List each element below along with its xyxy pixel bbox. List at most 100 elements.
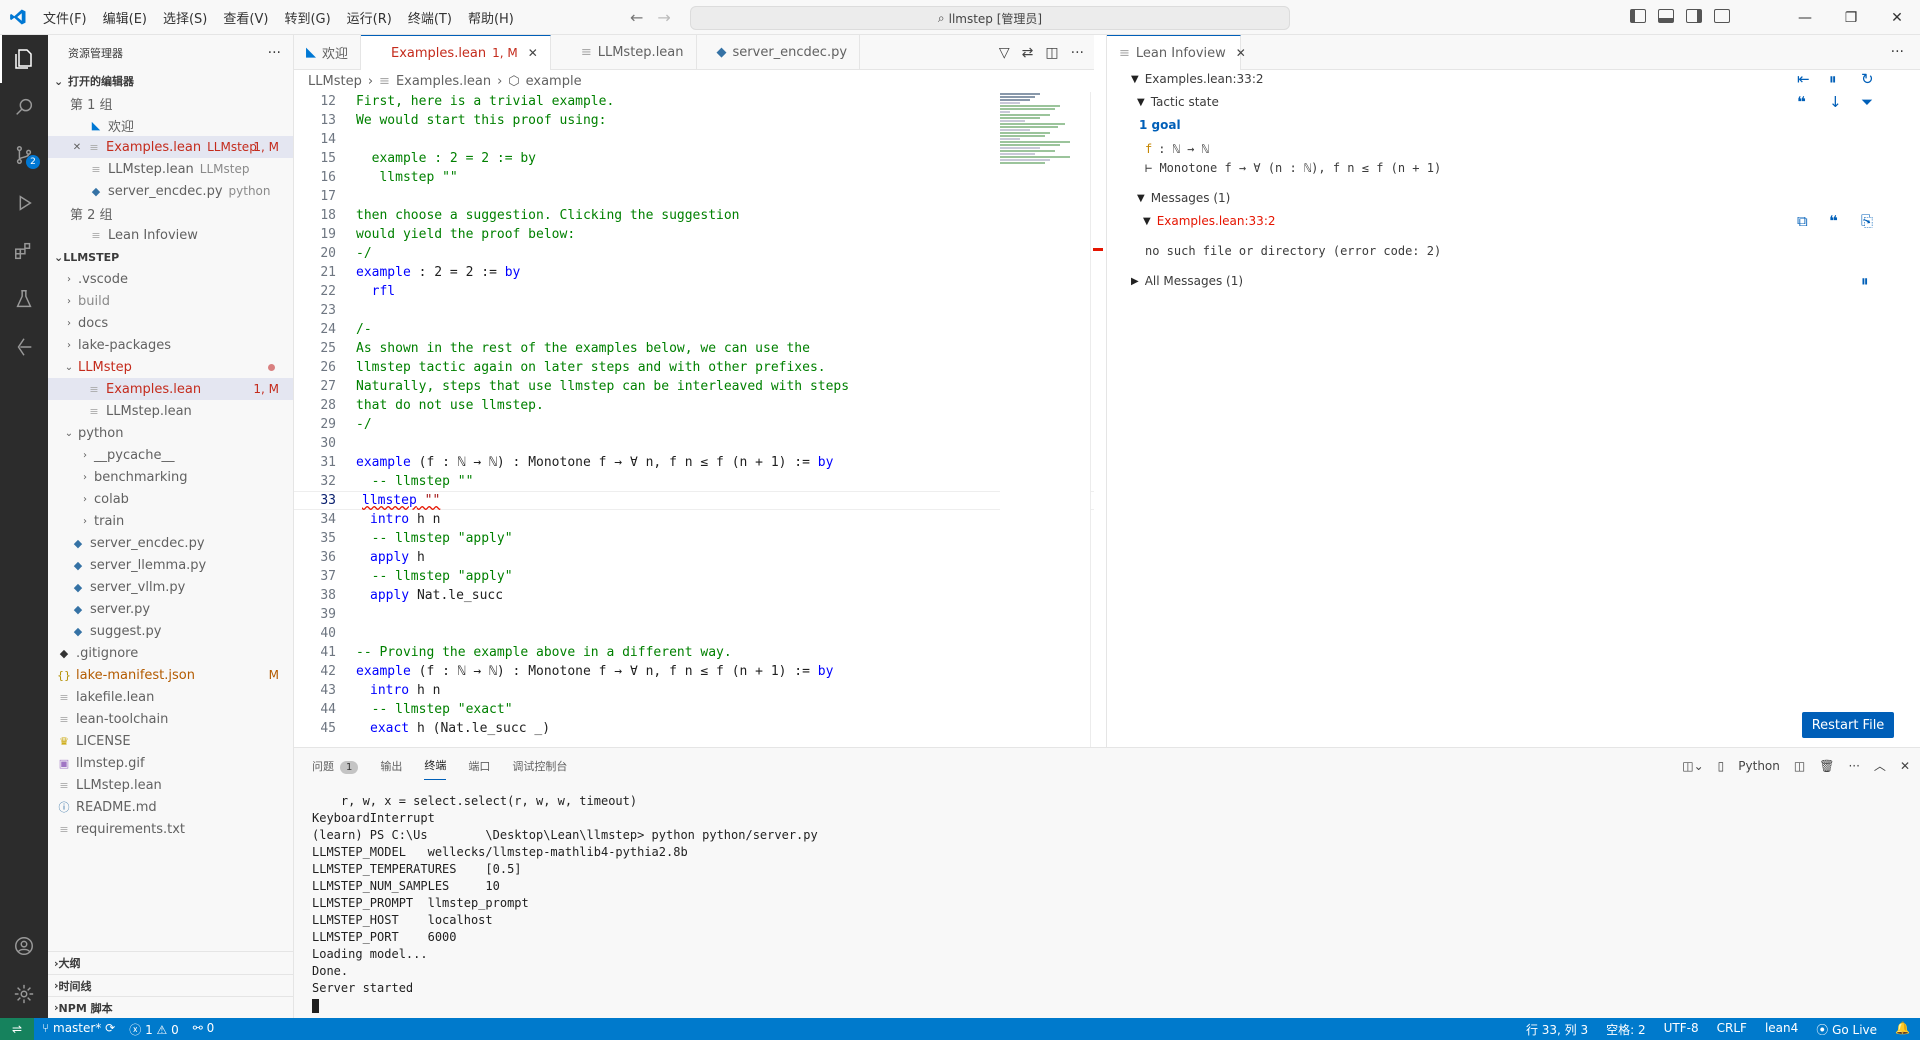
refresh-icon[interactable]: ↻ xyxy=(1861,70,1874,88)
close-window-icon[interactable]: ✕ xyxy=(1874,0,1920,35)
pause-icon[interactable]: ⏸ xyxy=(1829,70,1837,88)
clipboard-icon[interactable]: ⎘ xyxy=(1861,212,1873,230)
close-tab-icon[interactable]: ✕ xyxy=(1236,46,1246,60)
breadcrumb-item[interactable]: example xyxy=(526,74,582,89)
messages-header[interactable]: ▼ Messages (1) xyxy=(1137,189,1230,207)
tactic-state-header[interactable]: ▼ Tactic state xyxy=(1137,93,1219,111)
restore-icon[interactable]: ❐ xyxy=(1828,0,1874,35)
tree-file[interactable]: ▣ llmstep.gif xyxy=(48,752,293,774)
tab-examples-lean[interactable]: Examples.lean 1, M ✕ xyxy=(361,35,551,70)
accounts-icon[interactable] xyxy=(0,922,48,970)
terminal-shell-label[interactable]: Python xyxy=(1738,759,1780,773)
tree-file[interactable]: ◆ server.py xyxy=(48,598,293,620)
tab-ports[interactable]: 端口 xyxy=(468,758,490,774)
infoview-more-icon[interactable]: ··· xyxy=(1891,44,1904,60)
explorer-icon[interactable] xyxy=(0,35,48,83)
run-debug-icon[interactable] xyxy=(0,179,48,227)
toggle-sidebar-icon[interactable] xyxy=(1630,9,1646,23)
editor-more-icon[interactable]: ··· xyxy=(1071,45,1084,61)
problems-status[interactable]: ⓧ 1 ⚠ 0 xyxy=(129,1021,179,1038)
tree-file[interactable]: ◆ server_llemma.py xyxy=(48,554,293,576)
source-control-icon[interactable]: 2 xyxy=(0,131,48,179)
menu-file[interactable]: 文件(F) xyxy=(35,8,95,27)
tab-terminal[interactable]: 终端 xyxy=(424,757,447,780)
message-location-link[interactable]: Examples.lean:33:2 xyxy=(1157,214,1276,228)
tab-problems[interactable]: 问题 1 xyxy=(312,758,359,774)
branch-status[interactable]: ⑂ master* ⟳ xyxy=(42,1021,115,1038)
quote-icon[interactable]: ❝ xyxy=(1829,212,1838,230)
breadcrumb-item[interactable]: Examples.lean xyxy=(396,74,491,89)
trash-icon[interactable]: 🗑 xyxy=(1819,759,1834,773)
tree-file[interactable]: ♛ LICENSE xyxy=(48,730,293,752)
open-editor-infoview[interactable]: ≡ Lean Infoview xyxy=(48,224,293,246)
tab-output[interactable]: 输出 xyxy=(380,758,402,774)
more-actions-icon[interactable]: ··· xyxy=(268,45,281,61)
open-editor-examples[interactable]: ✕ ≡ Examples.lean LLMstep 1, M xyxy=(48,136,293,158)
pause-icon[interactable]: ⏸ xyxy=(1861,272,1869,290)
minimap[interactable] xyxy=(1000,92,1090,747)
testing-icon[interactable] xyxy=(0,275,48,323)
restart-file-button[interactable]: Restart File xyxy=(1802,712,1894,738)
tree-folder[interactable]: › .vscode xyxy=(48,268,293,290)
open-editors-section[interactable]: ⌄ 打开的编辑器 xyxy=(48,70,293,92)
indentation[interactable]: 空格: 2 xyxy=(1606,1021,1646,1038)
tab-welcome[interactable]: ◣ 欢迎 xyxy=(294,35,362,70)
menu-edit[interactable]: 编辑(E) xyxy=(95,8,155,27)
language-mode[interactable]: lean4 xyxy=(1765,1021,1798,1038)
close-panel-icon[interactable]: ✕ xyxy=(1900,759,1910,773)
toggle-secondary-sidebar-icon[interactable] xyxy=(1686,9,1702,23)
extensions-icon[interactable] xyxy=(0,227,48,275)
open-editor-welcome[interactable]: ◣ 欢迎 xyxy=(48,114,293,136)
remote-indicator-icon[interactable]: ⇌ xyxy=(0,1018,34,1040)
tree-file[interactable]: ⓘ README.md xyxy=(48,796,293,818)
pin-icon[interactable]: ⇤ xyxy=(1797,70,1810,88)
tree-file-examples[interactable]: ≡ Examples.lean 1, M xyxy=(48,378,293,400)
tree-folder[interactable]: › __pycache__ xyxy=(48,444,293,466)
tree-file[interactable]: ≡ requirements.txt xyxy=(48,818,293,840)
editor-scrollbar[interactable] xyxy=(1090,92,1104,747)
forward-arrow-icon[interactable]: → xyxy=(657,8,670,27)
terminal[interactable]: r, w, x = select.select(r, w, w, timeout… xyxy=(312,794,818,1015)
tree-file[interactable]: ≡ LLMstep.lean xyxy=(48,400,293,422)
back-arrow-icon[interactable]: ← xyxy=(630,8,643,27)
encoding[interactable]: UTF-8 xyxy=(1664,1021,1699,1038)
tree-folder[interactable]: › colab xyxy=(48,488,293,510)
tree-folder[interactable]: › docs xyxy=(48,312,293,334)
tab-server-encdec[interactable]: ◆ server_encdec.py xyxy=(697,35,861,70)
project-section[interactable]: ⌄ LLMSTEP xyxy=(48,246,293,268)
manage-gear-icon[interactable] xyxy=(0,970,48,1018)
split-terminal-icon[interactable]: ◫ xyxy=(1794,759,1805,773)
filter-icon[interactable]: ⏷ xyxy=(1861,93,1873,111)
breadcrumb-item[interactable]: LLMstep xyxy=(308,74,362,89)
lean-icon[interactable] xyxy=(0,323,48,371)
tree-file[interactable]: ◆ .gitignore xyxy=(48,642,293,664)
ports-status[interactable]: ⚯ 0 xyxy=(193,1021,215,1038)
message-header[interactable]: ▼ Examples.lean:33:2 xyxy=(1143,212,1276,230)
tree-file[interactable]: ◆ server_vllm.py xyxy=(48,576,293,598)
tab-llmstep-lean[interactable]: ≡ LLMstep.lean xyxy=(551,35,697,70)
go-live-button[interactable]: ⦿ Go Live xyxy=(1816,1021,1877,1038)
split-editor-icon[interactable]: ◫ xyxy=(1045,45,1058,61)
tab-lean-infoview[interactable]: ≡ Lean Infoview ✕ xyxy=(1107,35,1246,70)
npm-section[interactable]: › NPM 脚本 xyxy=(48,996,293,1018)
tree-file[interactable]: ≡ LLMstep.lean xyxy=(48,774,293,796)
editor-group-1[interactable]: 第 1 组 xyxy=(48,92,293,114)
close-editor-icon[interactable]: ✕ xyxy=(70,142,84,153)
tab-debug-console[interactable]: 调试控制台 xyxy=(512,758,567,774)
tree-file[interactable]: ◆ server_encdec.py xyxy=(48,532,293,554)
end-of-line[interactable]: CRLF xyxy=(1717,1021,1747,1038)
close-tab-icon[interactable]: ✕ xyxy=(528,46,538,60)
arrow-down-icon[interactable]: ↓ xyxy=(1829,93,1842,111)
maximize-panel-icon[interactable]: ︿ xyxy=(1874,757,1886,774)
editor-group-2[interactable]: 第 2 组 xyxy=(48,202,293,224)
all-messages-header[interactable]: ▶ All Messages (1) xyxy=(1131,272,1243,290)
tree-folder-python[interactable]: ⌄ python xyxy=(48,422,293,444)
menu-selection[interactable]: 选择(S) xyxy=(155,8,215,27)
quote-icon[interactable]: ❝ xyxy=(1797,93,1806,111)
menu-run[interactable]: 运行(R) xyxy=(339,8,400,27)
command-center-search[interactable]: ⌕ llmstep [管理员] xyxy=(690,6,1290,30)
tree-folder[interactable]: › build xyxy=(48,290,293,312)
copy-icon[interactable]: ⧉ xyxy=(1797,212,1808,230)
tree-file[interactable]: {} lake-manifest.json M xyxy=(48,664,293,686)
timeline-section[interactable]: › 时间线 xyxy=(48,974,293,996)
